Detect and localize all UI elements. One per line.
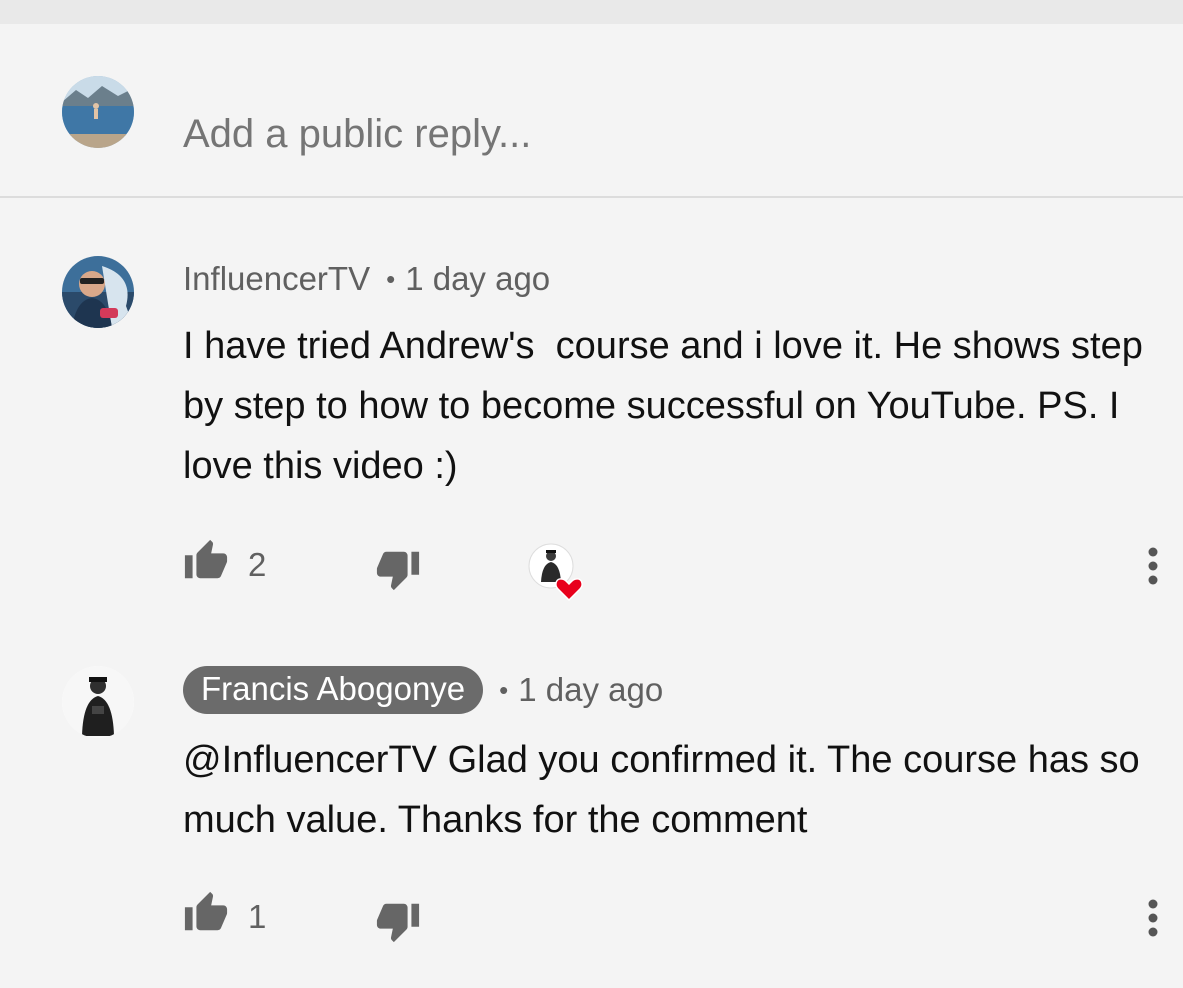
commenter-avatar[interactable] [62,256,134,328]
more-vert-icon[interactable] [1144,898,1162,947]
creator-author-chip[interactable]: Francis Abogonye [183,666,484,714]
comment-text: @InfluencerTV Glad you confirmed it. The… [183,739,1151,841]
timestamp: 1 day ago [518,671,664,708]
more-vert-icon[interactable] [1144,546,1162,595]
comment-item: InfluencerTV • 1 day ago I have tried An… [0,198,1183,628]
current-user-avatar [62,76,134,148]
author-name[interactable]: InfluencerTV [183,260,370,298]
separator-dot: • [386,263,396,294]
like-icon[interactable] [183,890,229,941]
comment-meta: InfluencerTV • 1 day ago [183,260,550,298]
comment-actions: 2 [0,538,1183,602]
comment-actions: 1 [0,890,1183,950]
comment-text: I have tried Andrew's course and i love … [183,325,1154,487]
dislike-icon[interactable] [375,546,421,597]
like-count: 1 [248,898,267,935]
separator-dot: • [499,674,509,705]
dislike-icon[interactable] [375,898,421,949]
reply-composer [0,24,1183,196]
like-count: 2 [248,546,267,583]
creator-avatar[interactable] [62,666,134,738]
reply-input[interactable] [183,112,1083,157]
like-icon[interactable] [183,538,229,589]
comment-meta: Francis Abogonye • 1 day ago [183,666,663,714]
comment-item: Francis Abogonye • 1 day ago @Influencer… [0,628,1183,988]
creator-heart-icon [527,542,589,604]
timestamp: 1 day ago [405,260,551,297]
top-strip [0,0,1183,24]
